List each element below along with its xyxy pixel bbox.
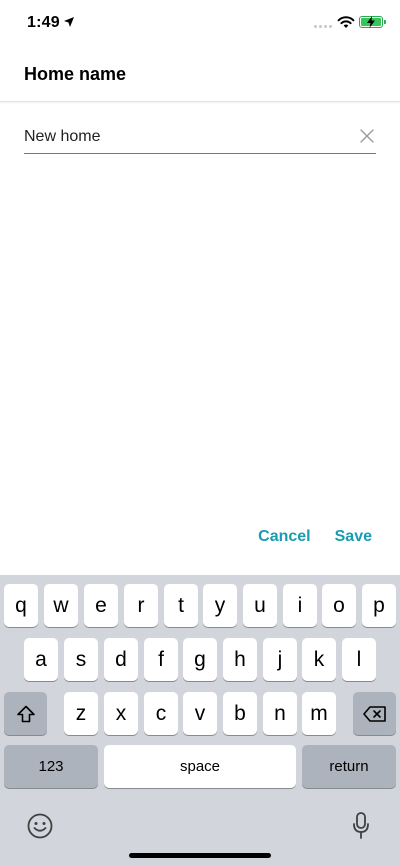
key-y[interactable]: y <box>203 584 237 627</box>
key-h[interactable]: h <box>223 638 257 681</box>
status-bar: 1:49 <box>0 0 400 48</box>
key-x[interactable]: x <box>104 692 138 735</box>
clear-icon[interactable] <box>360 129 374 143</box>
return-key[interactable]: return <box>302 745 396 788</box>
key-e[interactable]: e <box>84 584 118 627</box>
key-m[interactable]: m <box>302 692 336 735</box>
key-u[interactable]: u <box>243 584 277 627</box>
shift-icon <box>16 705 35 722</box>
battery-icon <box>359 16 386 28</box>
cellular-signal-icon <box>314 25 332 28</box>
status-time: 1:49 <box>27 14 60 31</box>
key-t[interactable]: t <box>164 584 198 627</box>
key-j[interactable]: j <box>263 638 297 681</box>
key-s[interactable]: s <box>64 638 98 681</box>
microphone-icon[interactable] <box>351 811 371 841</box>
header: Home name <box>0 48 400 102</box>
location-arrow-icon <box>64 17 74 27</box>
key-l[interactable]: l <box>342 638 376 681</box>
key-c[interactable]: c <box>144 692 178 735</box>
charging-bolt-icon <box>367 16 375 28</box>
home-name-field <box>24 120 376 154</box>
cancel-button[interactable]: Cancel <box>258 528 310 546</box>
key-r[interactable]: r <box>124 584 158 627</box>
key-g[interactable]: g <box>183 638 217 681</box>
key-z[interactable]: z <box>64 692 98 735</box>
key-a[interactable]: a <box>24 638 58 681</box>
home-name-input[interactable] <box>24 126 344 148</box>
key-p[interactable]: p <box>362 584 396 627</box>
backspace-key[interactable] <box>353 692 396 735</box>
key-w[interactable]: w <box>44 584 78 627</box>
keyboard: q w e r t y u i o p a s d f g h j k l z … <box>0 575 400 866</box>
key-n[interactable]: n <box>263 692 297 735</box>
key-i[interactable]: i <box>283 584 317 627</box>
shift-key[interactable] <box>4 692 47 735</box>
key-o[interactable]: o <box>322 584 356 627</box>
key-d[interactable]: d <box>104 638 138 681</box>
key-q[interactable]: q <box>4 584 38 627</box>
numbers-key[interactable]: 123 <box>4 745 98 788</box>
space-key[interactable]: space <box>104 745 296 788</box>
backspace-icon <box>362 705 386 722</box>
key-v[interactable]: v <box>183 692 217 735</box>
key-b[interactable]: b <box>223 692 257 735</box>
emoji-icon[interactable] <box>27 813 53 839</box>
wifi-icon <box>337 16 355 28</box>
save-button[interactable]: Save <box>335 528 372 546</box>
home-indicator <box>129 853 271 858</box>
dialog-actions: Cancel Save <box>258 528 372 546</box>
key-k[interactable]: k <box>302 638 336 681</box>
key-f[interactable]: f <box>144 638 178 681</box>
page-title: Home name <box>24 64 127 84</box>
